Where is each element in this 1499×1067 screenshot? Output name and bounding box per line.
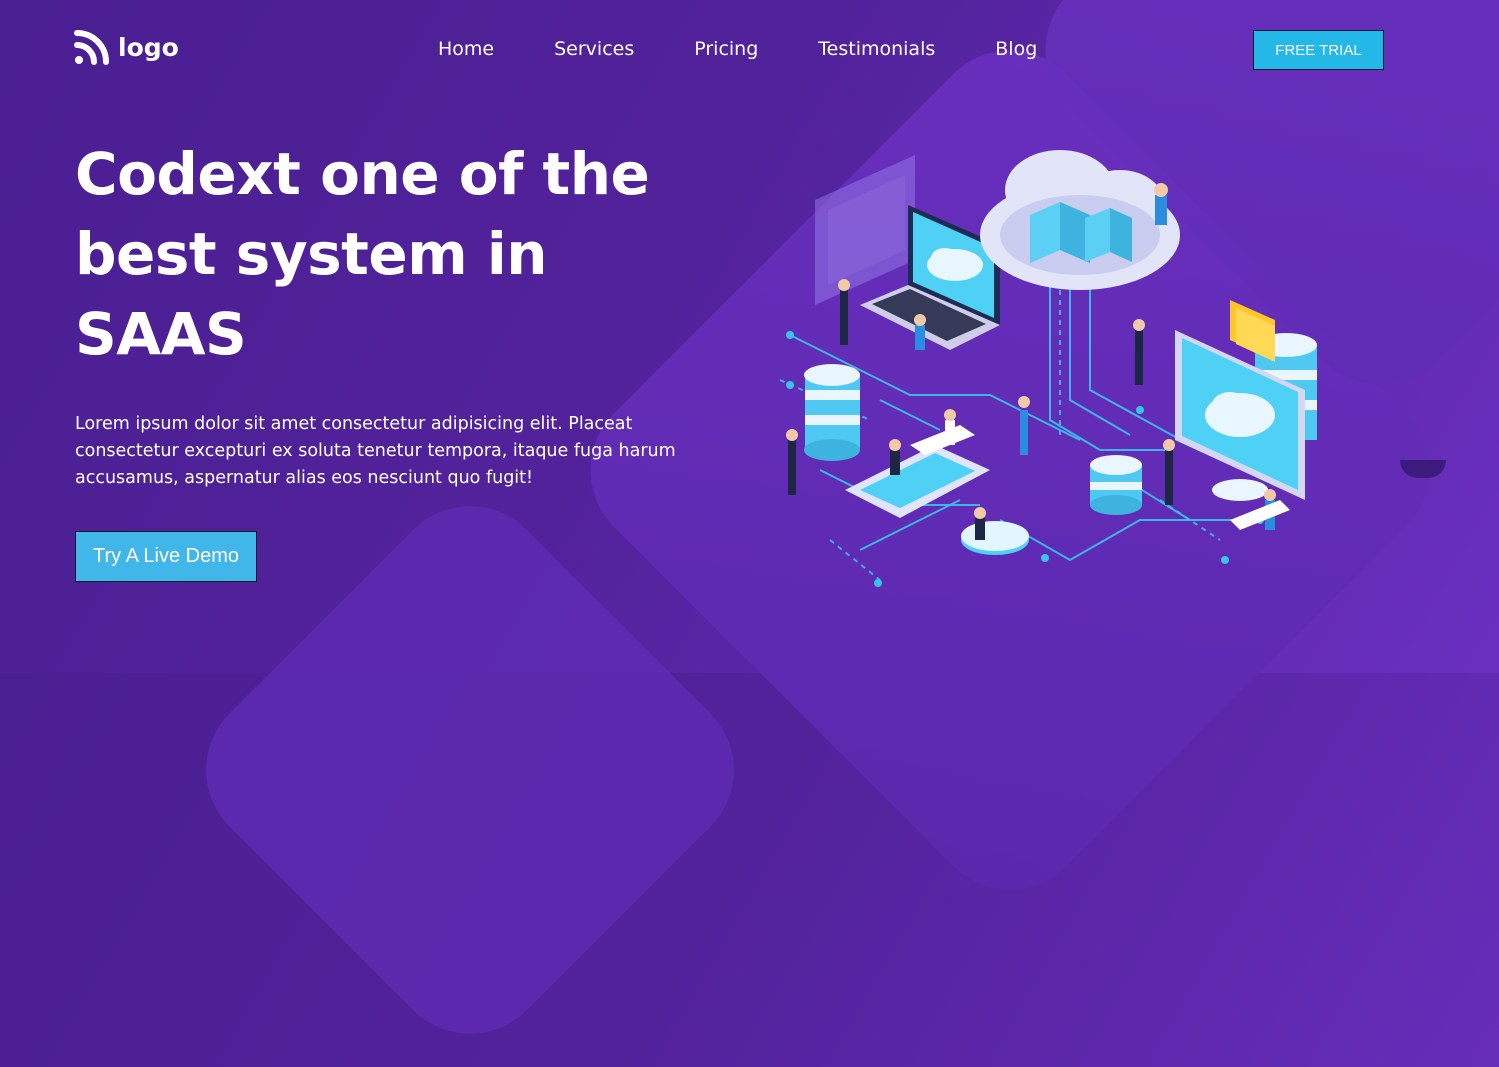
main-nav: Home Services Pricing Testimonials Blog bbox=[438, 38, 1037, 60]
nav-item-testimonials[interactable]: Testimonials bbox=[818, 38, 935, 60]
isometric-cloud-network-illustration bbox=[779, 150, 1317, 587]
logo[interactable]: logo bbox=[74, 29, 179, 65]
free-trial-button[interactable]: FREE TRIAL bbox=[1253, 30, 1384, 70]
site-header: logo Home Services Pricing Testimonials … bbox=[0, 0, 1499, 100]
hero-title: Codext one of the best system in SAAS bbox=[75, 140, 650, 368]
nav-item-blog[interactable]: Blog bbox=[995, 38, 1037, 60]
wifi-signal-icon bbox=[74, 30, 109, 65]
nav-item-services[interactable]: Services bbox=[554, 38, 634, 60]
nav-item-pricing[interactable]: Pricing bbox=[694, 38, 758, 60]
nav-item-home[interactable]: Home bbox=[438, 38, 494, 60]
hero-description: Lorem ipsum dolor sit amet consectetur a… bbox=[75, 414, 676, 488]
logo-text: logo bbox=[118, 32, 179, 62]
live-demo-button[interactable]: Try A Live Demo bbox=[75, 531, 257, 582]
